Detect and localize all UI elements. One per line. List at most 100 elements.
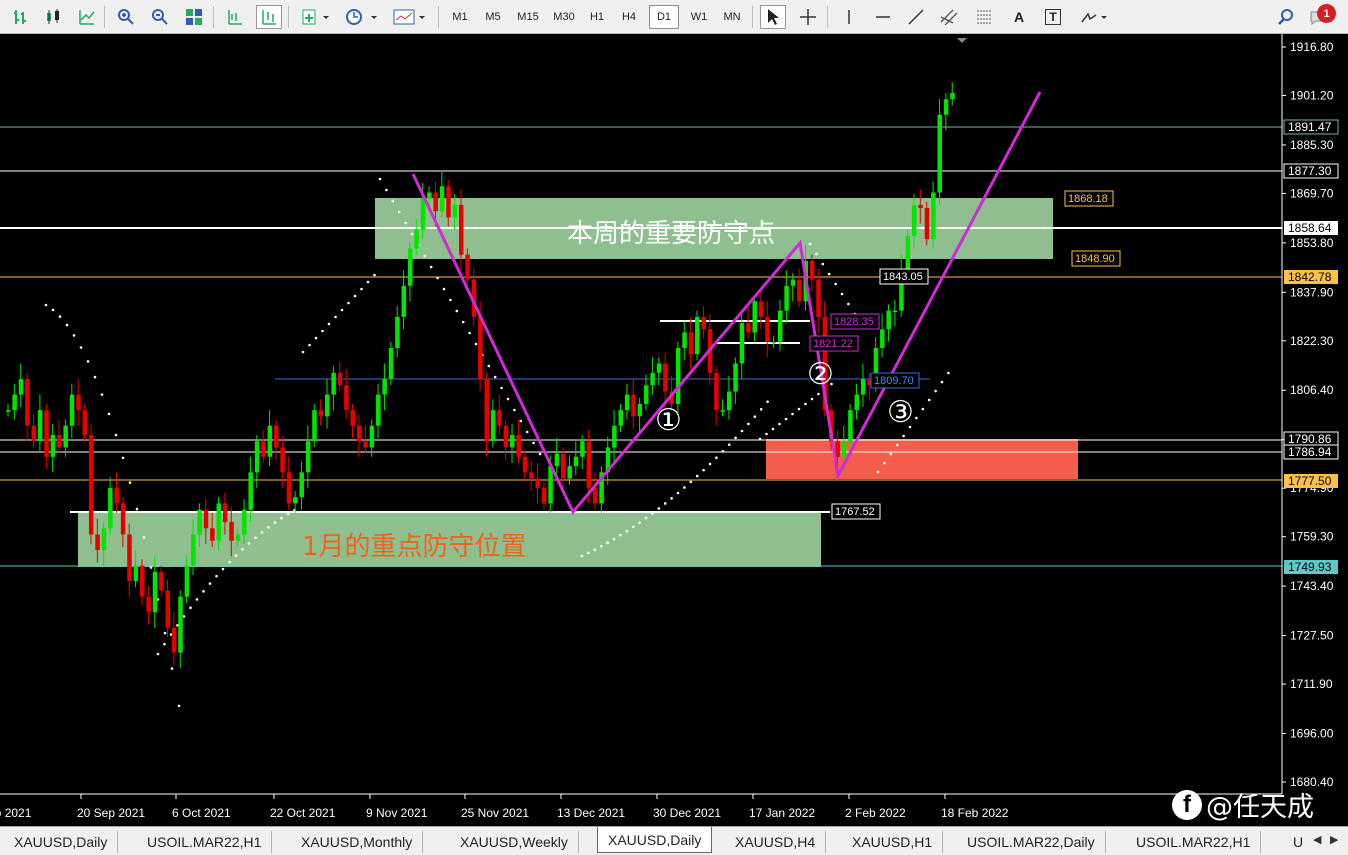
candle-body xyxy=(937,114,942,193)
vertical-line-icon[interactable] xyxy=(836,5,862,29)
bar-chart-icon[interactable] xyxy=(8,5,34,29)
tabs-scroll-left-icon[interactable]: ◀ xyxy=(1313,833,1321,846)
candle-body xyxy=(943,99,949,115)
sar-dot xyxy=(273,521,277,524)
trendline-icon[interactable] xyxy=(903,5,929,29)
candle-body xyxy=(401,285,407,317)
candle-body xyxy=(739,323,745,364)
january-zone-label: 1月的重点防守位置 xyxy=(302,532,527,562)
sar-dot xyxy=(404,221,407,225)
tab-xauusd-daily-1[interactable]: XAUUSD,Daily xyxy=(4,831,119,853)
candle-body xyxy=(497,410,502,426)
tab-overflow[interactable]: U xyxy=(1283,831,1313,853)
tile-windows-icon[interactable] xyxy=(181,5,207,29)
tab-xauusd-daily-active[interactable]: XAUUSD,Daily xyxy=(597,827,713,853)
candle-body xyxy=(165,590,170,628)
sar-dot xyxy=(644,516,648,520)
candle-body xyxy=(561,453,566,479)
tabs-scroll-right-icon[interactable]: ▶ xyxy=(1330,833,1338,846)
candle-body xyxy=(458,204,464,255)
candle-body xyxy=(510,435,515,448)
sar-dot xyxy=(135,507,139,511)
timeframe-m5-button[interactable]: M5 xyxy=(478,5,508,29)
candle-body xyxy=(503,425,509,448)
weekly-zone-label: 本周的重要防守点 xyxy=(567,219,775,249)
sar-dot xyxy=(538,452,542,456)
tab-xauusd-weekly[interactable]: XAUUSD,Weekly xyxy=(450,831,579,853)
candle-body xyxy=(675,347,681,404)
candle-body xyxy=(892,310,898,313)
candle-body xyxy=(484,379,489,442)
chart-shift-icon[interactable] xyxy=(222,5,248,29)
sar-dot xyxy=(493,375,497,379)
candlestick-chart-icon[interactable] xyxy=(40,5,66,29)
candle-body xyxy=(905,236,911,271)
tab-xauusd-h1[interactable]: XAUUSD,H1 xyxy=(842,831,944,853)
sar-dot xyxy=(606,541,609,545)
cursor-icon[interactable] xyxy=(760,5,786,29)
candle-body xyxy=(57,435,62,448)
sar-dot xyxy=(940,380,944,384)
periods-clock-icon[interactable] xyxy=(342,5,382,29)
price-chart[interactable]: 本周的重要防守点 1月的重点防守位置 ① ② ③ 1868.18 1848.90… xyxy=(0,34,1348,826)
indicators-icon[interactable] xyxy=(298,5,334,29)
line-chart-icon[interactable] xyxy=(74,5,100,29)
price-tick-label: 1727.50 xyxy=(1290,629,1334,643)
timeframe-d1-button[interactable]: D1 xyxy=(649,5,679,29)
sar-dot xyxy=(758,437,762,441)
sar-dot xyxy=(915,416,918,420)
sar-dot xyxy=(353,294,357,298)
tab-usoil-h1-2[interactable]: USOIL.MAR22,H1 xyxy=(1126,831,1262,853)
candle-body xyxy=(216,503,222,541)
candle-body xyxy=(758,301,764,317)
fibonacci-icon[interactable] xyxy=(972,5,998,29)
candle-body xyxy=(293,497,298,504)
zoom-in-icon[interactable] xyxy=(113,5,139,29)
candle-body xyxy=(63,425,68,448)
search-icon[interactable] xyxy=(1273,5,1299,29)
candle-body xyxy=(44,410,49,457)
text-tool-icon[interactable]: A xyxy=(1006,5,1032,29)
horizontal-line-icon[interactable] xyxy=(870,5,896,29)
candle-body xyxy=(222,503,228,523)
timeframe-m1-button[interactable]: M1 xyxy=(445,5,475,29)
text-label-icon[interactable]: T xyxy=(1040,5,1066,29)
sar-dot xyxy=(689,480,693,484)
sar-dot xyxy=(397,210,401,214)
candle-body xyxy=(261,441,266,457)
price-tick-label: 1759.30 xyxy=(1290,530,1334,544)
zoom-out-icon[interactable] xyxy=(147,5,173,29)
tab-xauusd-monthly[interactable]: XAUUSD,Monthly xyxy=(291,831,424,853)
timeframe-m15-button[interactable]: M15 xyxy=(511,5,545,29)
candle-body xyxy=(235,534,241,541)
candle-body xyxy=(286,472,292,504)
autoscroll-icon[interactable] xyxy=(256,5,282,29)
tab-xauusd-h4[interactable]: XAUUSD,H4 xyxy=(725,831,827,853)
timeframe-w1-button[interactable]: W1 xyxy=(684,5,714,29)
price-tick-label: 1869.70 xyxy=(1290,186,1334,200)
timeframe-m30-button[interactable]: M30 xyxy=(547,5,581,29)
tab-usoil-daily[interactable]: USOIL.MAR22,Daily xyxy=(957,831,1106,853)
arrows-icon[interactable] xyxy=(1076,5,1112,29)
candle-body xyxy=(76,394,81,411)
timeframe-h4-button[interactable]: H4 xyxy=(614,5,644,29)
channel-icon[interactable] xyxy=(937,5,963,29)
timeframe-h1-button[interactable]: H1 xyxy=(582,5,612,29)
sar-dot xyxy=(410,232,414,236)
notification-badge[interactable]: 1 xyxy=(1317,4,1336,23)
candle-body xyxy=(765,316,770,342)
sar-dot xyxy=(834,282,837,286)
candle-body xyxy=(210,528,215,541)
crosshair-icon[interactable] xyxy=(795,5,821,29)
templates-icon[interactable] xyxy=(390,5,430,29)
candle-body xyxy=(25,379,30,426)
timeframe-mn-button[interactable]: MN xyxy=(717,5,747,29)
tab-usoil-h1-1[interactable]: USOIL.MAR22,H1 xyxy=(137,831,273,853)
sar-dot xyxy=(58,315,62,318)
date-tick-label: 30 Dec 2021 xyxy=(653,806,721,820)
sar-dot xyxy=(702,468,705,472)
sar-dot xyxy=(740,429,744,433)
candle-body xyxy=(152,571,158,613)
candle-body xyxy=(146,596,151,613)
candle-body xyxy=(573,456,579,467)
